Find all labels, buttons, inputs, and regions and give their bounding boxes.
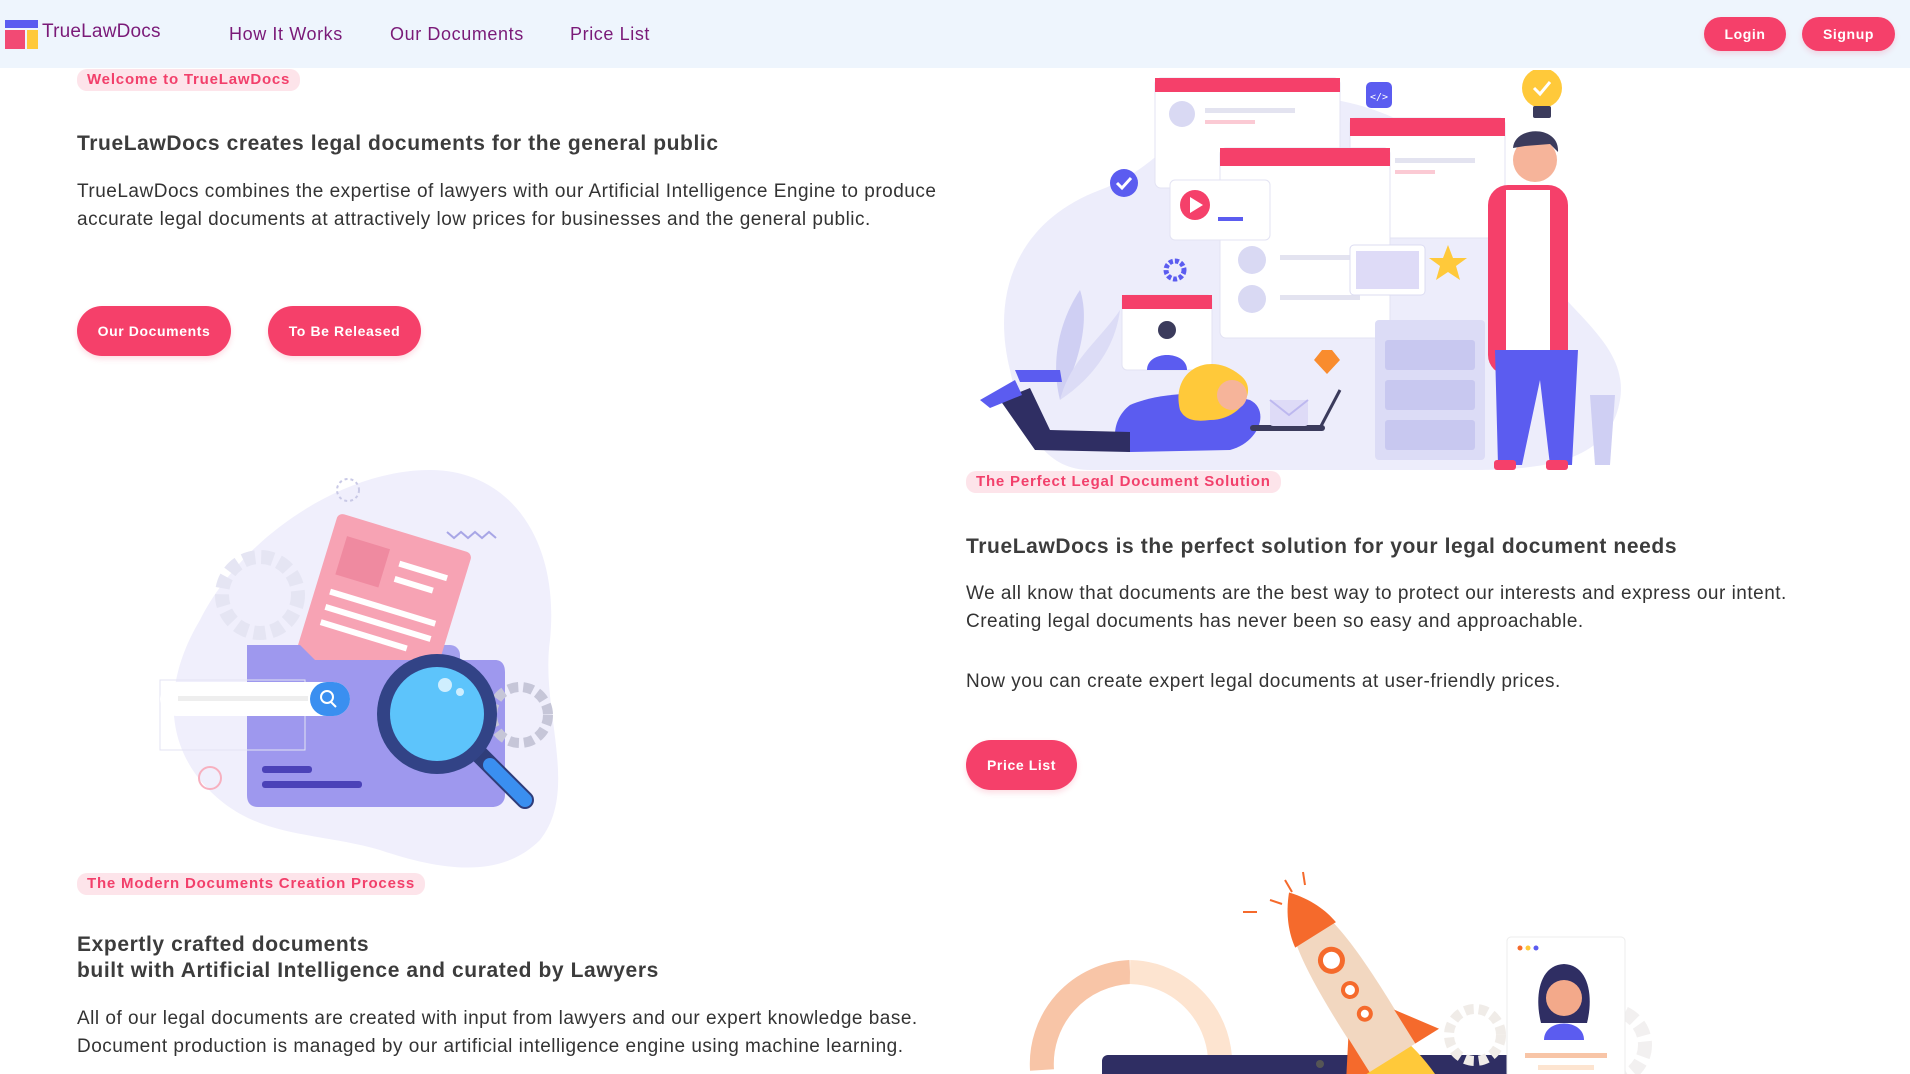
- process-heading: Expertly crafted documents built with Ar…: [77, 932, 927, 984]
- process-heading-line-1: Expertly crafted documents: [77, 933, 370, 956]
- login-button[interactable]: Login: [1704, 17, 1786, 51]
- hero-heading: TrueLawDocs creates legal documents for …: [77, 132, 719, 155]
- top-navbar: TrueLawDocs How It Works Our Documents P…: [0, 0, 1910, 68]
- to-be-released-button[interactable]: To Be Released: [268, 306, 421, 356]
- our-documents-button[interactable]: Our Documents: [77, 306, 231, 356]
- nav-price-list[interactable]: Price List: [570, 24, 650, 45]
- team-documents-illustration: </>: [980, 70, 1621, 470]
- welcome-tag: Welcome to TrueLawDocs: [77, 69, 301, 91]
- hero-body: TrueLawDocs combines the expertise of la…: [77, 181, 937, 230]
- price-list-button[interactable]: Price List: [966, 740, 1077, 790]
- rocket-launch-illustration: [1029, 871, 1652, 1074]
- solution-body-2: Now you can create expert legal document…: [966, 671, 1561, 692]
- solution-heading: TrueLawDocs is the perfect solution for …: [966, 535, 1678, 558]
- brand-name[interactable]: TrueLawDocs: [42, 21, 161, 43]
- nav-our-documents[interactable]: Our Documents: [390, 24, 524, 45]
- logo-icon[interactable]: [5, 20, 38, 49]
- process-heading-line-2: built with Artificial Intelligence and c…: [77, 959, 659, 982]
- nav-how-it-works[interactable]: How It Works: [229, 24, 343, 45]
- solution-body-1: We all know that documents are the best …: [966, 583, 1787, 632]
- svg-text:</>: </>: [1370, 92, 1388, 103]
- signup-button[interactable]: Signup: [1802, 17, 1895, 51]
- process-tag: The Modern Documents Creation Process: [77, 873, 425, 895]
- process-body: All of our legal documents are created w…: [77, 1008, 918, 1057]
- solution-tag: The Perfect Legal Document Solution: [966, 471, 1281, 493]
- folder-search-illustration: [159, 470, 559, 868]
